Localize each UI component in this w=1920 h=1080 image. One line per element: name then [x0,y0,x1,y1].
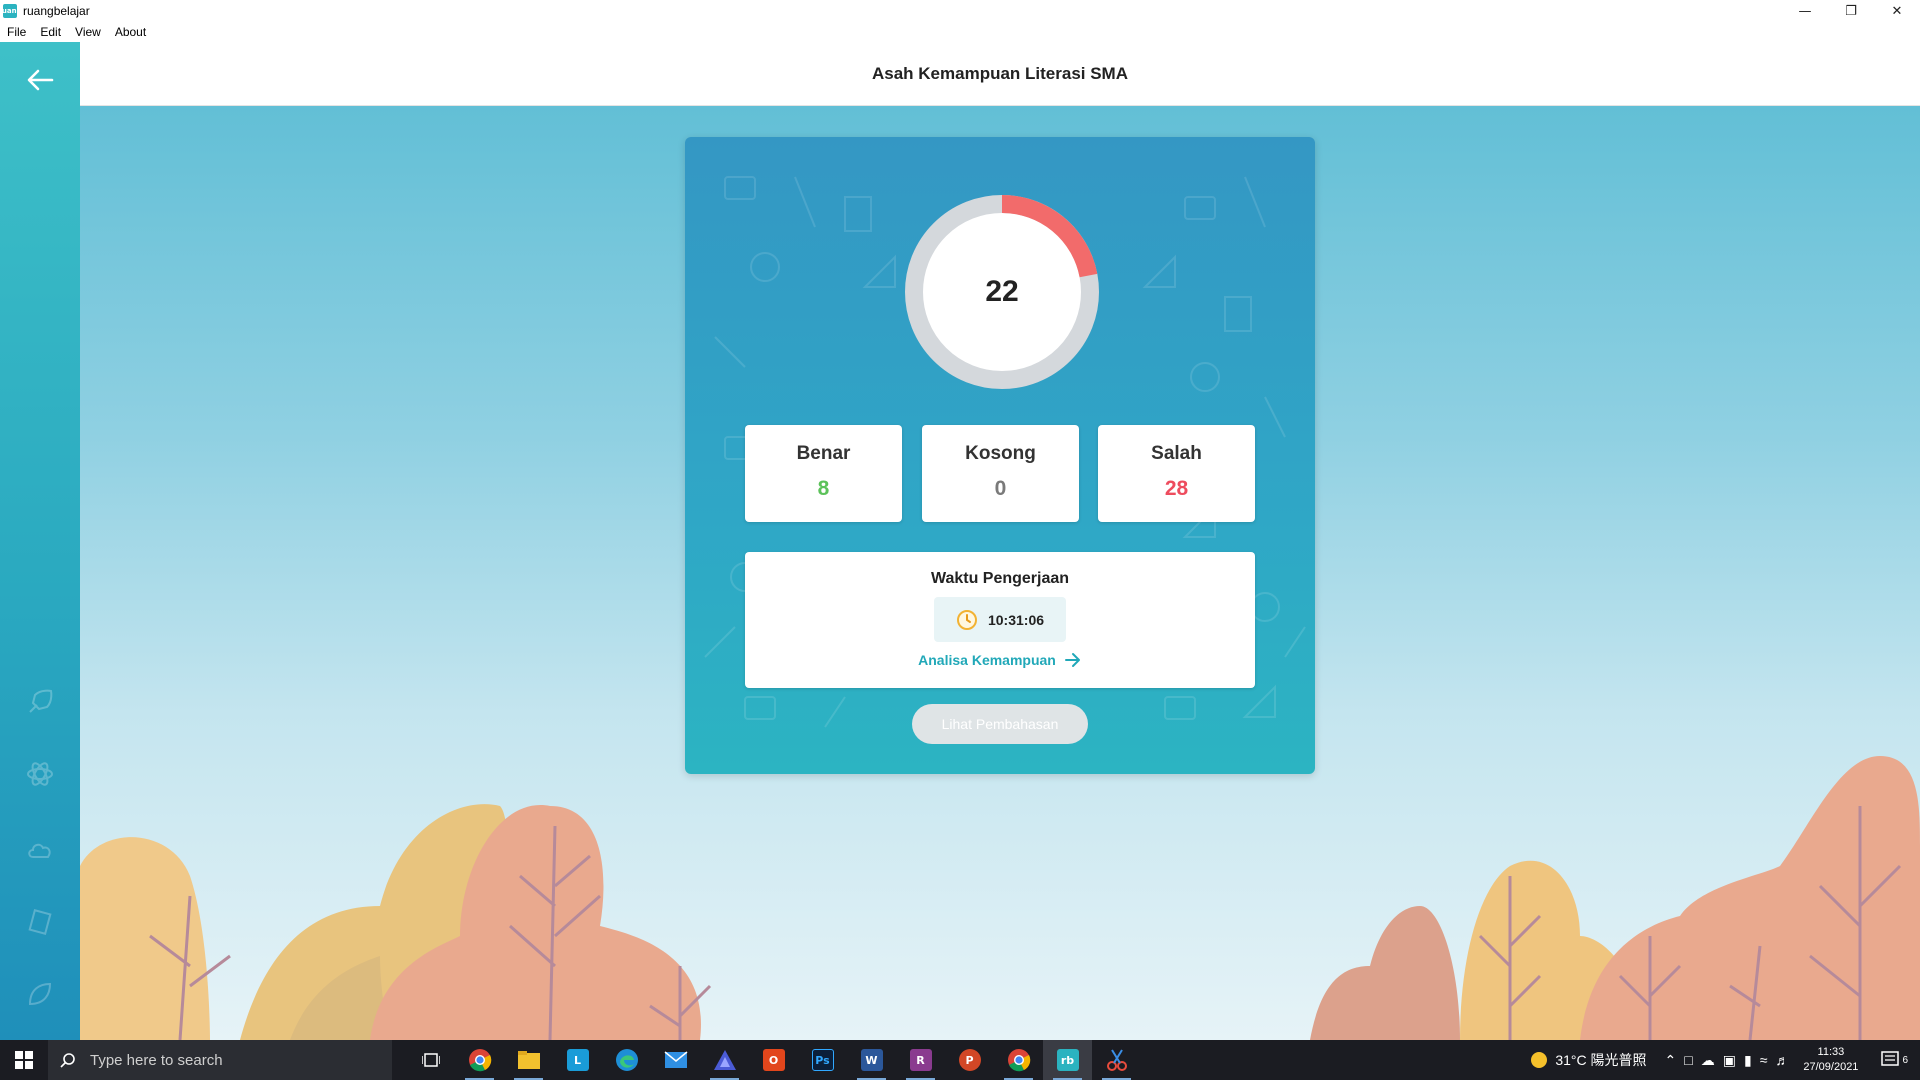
window-controls: — ❐ ✕ [1782,0,1920,22]
taskbar: Type here to search L O Ps W R P rb 31°C… [0,1040,1920,1080]
stat-benar-value: 8 [817,477,830,500]
leaf-decoration-icon [20,974,60,1014]
cloud-decoration-icon [20,830,60,870]
menu-about[interactable]: About [108,25,153,39]
lumina-icon[interactable]: L [553,1040,602,1080]
page-header: Asah Kemampuan Literasi SMA [80,42,1920,106]
system-tray: 31°C 陽光普照 ⌃ □ ☁ ▣ ▮ ≈ ♬ 11:33 27/09/2021… [1525,1040,1920,1080]
word-icon[interactable]: W [847,1040,896,1080]
photoshop-icon[interactable]: Ps [798,1040,847,1080]
weather-widget[interactable]: 31°C 陽光普照 [1525,1050,1650,1070]
task-view-icon[interactable] [406,1040,455,1080]
analysis-link[interactable]: Analisa Kemampuan [745,652,1255,668]
menu-bar: File Edit View About [0,22,1920,42]
rocket-decoration-icon [20,682,60,722]
main-area: 22 Benar 8 Kosong 0 Salah 28 Waktu Penge… [80,106,1920,1040]
arrow-left-icon [27,69,54,91]
arrow-right-icon [1064,653,1080,667]
working-time-value: 10:31:06 [987,611,1045,628]
powerpoint-icon[interactable]: P [945,1040,994,1080]
taskbar-apps: L O Ps W R P rb [406,1040,1141,1080]
clock-icon [956,609,977,630]
stat-kosong-label: Kosong [965,443,1036,464]
working-time-title: Waktu Pengerjaan [930,570,1070,587]
working-time-panel: Waktu Pengerjaan 10:31:06 Analisa Kemamp… [745,552,1255,688]
taskbar-clock[interactable]: 11:33 27/09/2021 [1793,1045,1868,1075]
ruangbelajar-taskbar-icon[interactable]: rb [1043,1040,1092,1080]
chrome-profile-icon[interactable] [994,1040,1043,1080]
stat-benar-label: Benar [796,443,851,464]
volume-icon[interactable]: ♬ [1771,1052,1793,1068]
snipping-tool-icon[interactable] [1092,1040,1141,1080]
windows-logo-icon [15,1051,33,1069]
score-value: 22 [985,275,1019,308]
title-bar: ruang ruangbelajar — ❐ ✕ [0,0,1920,22]
affinity-icon[interactable] [700,1040,749,1080]
clock-time: 11:33 [1817,1046,1845,1058]
mail-icon[interactable] [651,1040,700,1080]
window-title: ruangbelajar [23,4,90,18]
working-time-display: 10:31:06 [934,597,1066,642]
menu-view[interactable]: View [68,25,108,39]
menu-file[interactable]: File [0,25,33,39]
app-icon-text: ruang [0,7,22,15]
weather-text: 31°C 陽光普照 [1555,1052,1647,1068]
winrar-icon[interactable]: R [896,1040,945,1080]
edge-icon[interactable] [602,1040,651,1080]
result-card: 22 Benar 8 Kosong 0 Salah 28 Waktu Penge… [685,137,1315,774]
office-icon[interactable]: O [749,1040,798,1080]
book-decoration-icon [20,902,60,942]
stat-salah-label: Salah [1151,443,1202,464]
sidebar [0,42,80,1040]
battery-icon[interactable]: ▮ [1740,1052,1756,1069]
file-explorer-icon[interactable] [504,1040,553,1080]
minimize-button[interactable]: — [1782,0,1828,22]
display-icon[interactable]: ▣ [1719,1052,1740,1069]
notification-count: 6 [1902,1054,1908,1066]
stat-salah: Salah 28 [1098,425,1255,522]
stat-kosong: Kosong 0 [922,425,1079,522]
analysis-link-label: Analisa Kemampuan [918,652,1056,668]
tray-overflow-chevron-icon[interactable]: ⌃ [1661,1052,1681,1069]
search-placeholder: Type here to search [90,1051,223,1069]
onedrive-icon[interactable]: ☁ [1697,1052,1719,1069]
menu-edit[interactable]: Edit [33,25,68,39]
meet-now-icon[interactable]: □ [1680,1052,1696,1068]
start-button[interactable] [0,1040,48,1080]
stat-salah-value: 28 [1164,477,1189,500]
app-icon: ruang [0,4,22,18]
restore-button[interactable]: ❐ [1828,0,1874,22]
taskbar-search[interactable]: Type here to search [48,1040,392,1080]
chrome-icon[interactable] [455,1040,504,1080]
view-discussion-button[interactable]: Lihat Pembahasan [912,704,1088,744]
stat-kosong-value: 0 [994,477,1007,500]
weather-sun-icon [1531,1052,1548,1068]
search-icon [60,1053,75,1068]
notification-center-icon[interactable]: 6 [1868,1050,1920,1070]
page-title: Asah Kemampuan Literasi SMA [871,63,1128,83]
stat-benar: Benar 8 [745,425,902,522]
atom-decoration-icon [20,754,60,794]
clock-date: 27/09/2021 [1803,1061,1859,1073]
wifi-icon[interactable]: ≈ [1756,1052,1772,1068]
back-button[interactable] [18,60,62,100]
close-button[interactable]: ✕ [1874,0,1920,22]
